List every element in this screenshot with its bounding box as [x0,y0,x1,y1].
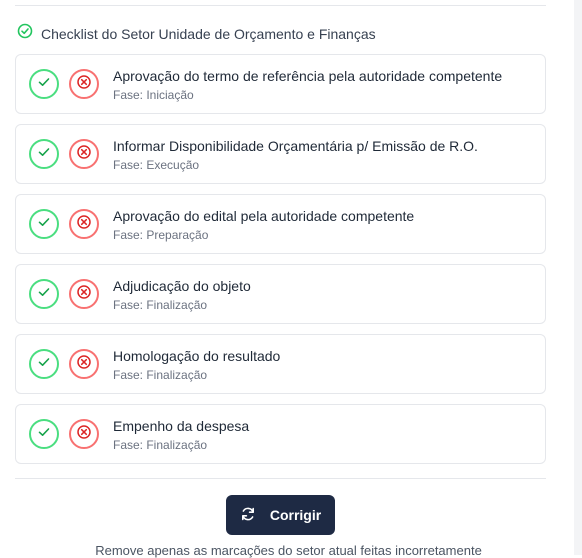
x-circle-icon [76,214,92,235]
checklist-header: Checklist do Setor Unidade de Orçamento … [17,23,376,44]
top-divider [15,5,546,6]
checklist-title: Checklist do Setor Unidade de Orçamento … [41,25,376,42]
item-title: Aprovação do edital pela autoridade comp… [113,208,415,224]
approve-button[interactable] [29,419,59,449]
checklist-item: Empenho da despesa Fase: Finalização [15,404,546,464]
reject-button[interactable] [69,139,99,169]
check-icon [37,285,51,304]
item-phase: Fase: Finalização [113,298,208,312]
item-phase: Fase: Finalização [113,368,208,382]
item-title: Adjudicação do objeto [113,278,251,294]
checklist-items: Aprovação do termo de referência pela au… [15,54,546,474]
helper-text: Remove apenas as marcações do setor atua… [95,543,482,558]
approve-button[interactable] [29,209,59,239]
check-icon [37,425,51,444]
bottom-divider [15,478,546,479]
item-title: Aprovação do termo de referência pela au… [113,68,503,84]
reject-button[interactable] [69,209,99,239]
item-phase: Fase: Preparação [113,228,209,242]
reject-button[interactable] [69,279,99,309]
item-title: Informar Disponibilidade Orçamentária p/… [113,138,478,154]
x-circle-icon [76,354,92,375]
checklist-item: Aprovação do termo de referência pela au… [15,54,546,114]
check-icon [37,145,51,164]
check-icon [37,355,51,374]
x-circle-icon [76,424,92,445]
item-phase: Fase: Execução [113,158,200,172]
reject-button[interactable] [69,69,99,99]
scrollbar-track[interactable] [574,0,582,555]
approve-button[interactable] [29,349,59,379]
item-title: Homologação do resultado [113,348,281,364]
circle-check-icon [17,23,33,44]
item-phase: Fase: Iniciação [113,88,194,102]
corrigir-label: Corrigir [269,507,322,523]
x-circle-icon [76,74,92,95]
checklist-item: Aprovação do edital pela autoridade comp… [15,194,546,254]
checklist-item: Informar Disponibilidade Orçamentária p/… [15,124,546,184]
x-circle-icon [76,144,92,165]
check-icon [37,215,51,234]
checklist-item: Homologação do resultado Fase: Finalizaç… [15,334,546,394]
check-icon [37,75,51,94]
refresh-icon [240,506,256,525]
approve-button[interactable] [29,279,59,309]
x-circle-icon [76,284,92,305]
corrigir-button[interactable]: Corrigir [226,495,335,535]
approve-button[interactable] [29,139,59,169]
reject-button[interactable] [69,349,99,379]
approve-button[interactable] [29,69,59,99]
checklist-item: Adjudicação do objeto Fase: Finalização [15,264,546,324]
item-phase: Fase: Finalização [113,438,208,452]
reject-button[interactable] [69,419,99,449]
item-title: Empenho da despesa [113,418,250,434]
